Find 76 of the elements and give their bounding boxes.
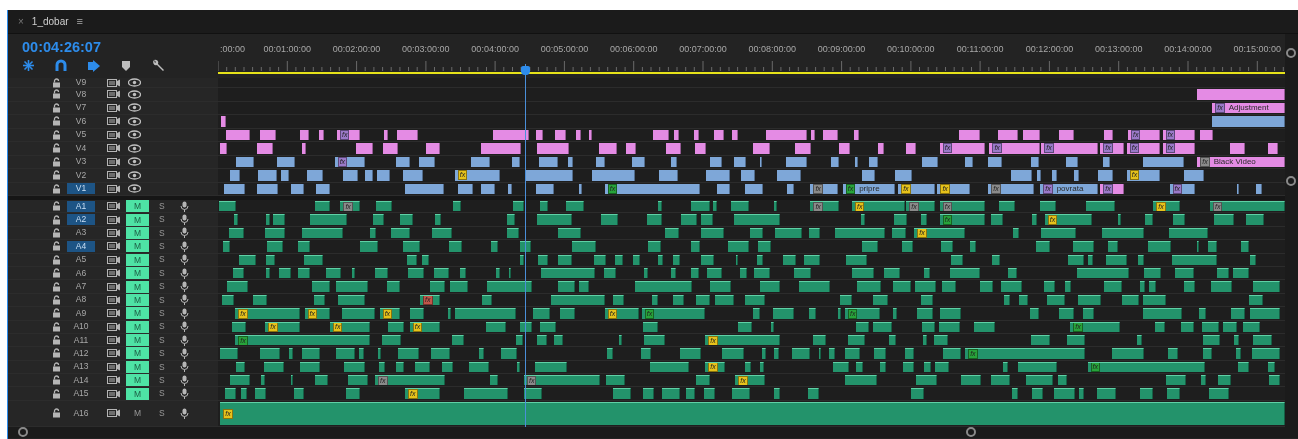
clip-name: Adjustment: [1228, 102, 1269, 113]
mute-button[interactable]: M: [126, 200, 149, 213]
ruler-label: 00:02:00:00: [332, 43, 381, 56]
solo-button[interactable]: S: [159, 333, 165, 347]
track-name[interactable]: V2: [67, 169, 95, 181]
solo-button[interactable]: S: [159, 320, 165, 334]
track-name[interactable]: A12: [67, 348, 95, 359]
close-button[interactable]: ×: [18, 14, 24, 29]
mute-button[interactable]: M: [126, 213, 149, 226]
mute-button[interactable]: M: [126, 307, 149, 320]
solo-button[interactable]: S: [159, 360, 165, 374]
solo-button[interactable]: S: [159, 266, 165, 280]
solo-button[interactable]: S: [159, 306, 165, 320]
solo-button[interactable]: S: [159, 226, 165, 240]
track-name[interactable]: V7: [67, 102, 95, 114]
ruler-label: 00:09:00:00: [817, 43, 866, 56]
mute-button[interactable]: M: [126, 347, 149, 360]
solo-button[interactable]: S: [159, 373, 165, 387]
ruler-label: 00:03:00:00: [402, 43, 450, 56]
track-name[interactable]: V9: [67, 77, 95, 88]
ruler-label: 00:07:00:00: [679, 43, 727, 56]
track-name[interactable]: A6: [67, 267, 95, 279]
menu-button[interactable]: ≡: [76, 13, 83, 30]
track-name[interactable]: V5: [67, 129, 95, 141]
track-name[interactable]: A10: [67, 321, 95, 333]
track-name[interactable]: V8: [67, 88, 95, 100]
ruler-label: 00:10:00:00: [887, 43, 935, 56]
track-name[interactable]: A13: [67, 361, 95, 373]
mute-button[interactable]: M: [126, 280, 149, 293]
track-name[interactable]: A16: [67, 407, 95, 419]
mute-button[interactable]: M: [126, 374, 149, 387]
track-name[interactable]: A4: [67, 240, 95, 252]
solo-button[interactable]: S: [159, 407, 165, 420]
mute-button[interactable]: M: [126, 267, 149, 280]
track-name[interactable]: A7: [67, 281, 95, 293]
mute-button[interactable]: M: [126, 240, 149, 253]
ruler-label: 00:13:00:00: [1094, 43, 1143, 56]
clip-name: pripre: [859, 183, 880, 194]
solo-button[interactable]: S: [159, 199, 165, 213]
track-name[interactable]: V3: [67, 156, 95, 168]
track-name[interactable]: A5: [67, 254, 95, 266]
ruler-label: 00:04:00:00: [471, 43, 519, 56]
ruler-label: 00:12:00:00: [1025, 43, 1074, 56]
ruler-label: :00:00: [220, 43, 246, 56]
ruler-label: 00:11:00:00: [956, 43, 1004, 56]
ruler-label: 00:01:00:00: [263, 43, 312, 56]
track-name[interactable]: V6: [67, 115, 95, 127]
solo-button[interactable]: S: [159, 280, 165, 293]
solo-button[interactable]: S: [159, 293, 165, 307]
track-name[interactable]: V4: [67, 142, 95, 154]
mute-button[interactable]: M: [126, 387, 149, 400]
track-name[interactable]: A11: [67, 334, 95, 346]
mute-button[interactable]: M: [126, 334, 149, 347]
track-name[interactable]: A2: [67, 214, 95, 226]
mute-button[interactable]: M: [126, 407, 149, 420]
track-name[interactable]: A9: [67, 307, 95, 319]
track-name[interactable]: A3: [67, 227, 95, 239]
track-name[interactable]: A15: [67, 388, 95, 400]
ruler-label: 00:06:00:00: [609, 43, 658, 56]
solo-button[interactable]: S: [159, 347, 165, 360]
track-name[interactable]: V1: [67, 183, 95, 195]
track-name[interactable]: A14: [67, 374, 95, 386]
timecode[interactable]: 00:04:26:07: [22, 34, 218, 56]
solo-button[interactable]: S: [159, 240, 165, 253]
solo-button[interactable]: S: [159, 387, 165, 401]
track-name[interactable]: A1: [67, 200, 95, 212]
ruler-label: 00:08:00:00: [748, 43, 797, 56]
track-name[interactable]: A8: [67, 294, 95, 306]
clip-name: Black Video: [1213, 156, 1256, 167]
tab-title[interactable]: 1_dobar: [31, 14, 69, 29]
solo-button[interactable]: S: [159, 253, 165, 267]
ruler-label: 00:05:00:00: [540, 43, 589, 56]
ruler-label: 00:15:00:00: [1233, 43, 1282, 56]
clip-name: povrata: [1056, 183, 1084, 194]
solo-button[interactable]: S: [159, 213, 165, 226]
ruler-label: 00:14:00:00: [1164, 43, 1212, 56]
